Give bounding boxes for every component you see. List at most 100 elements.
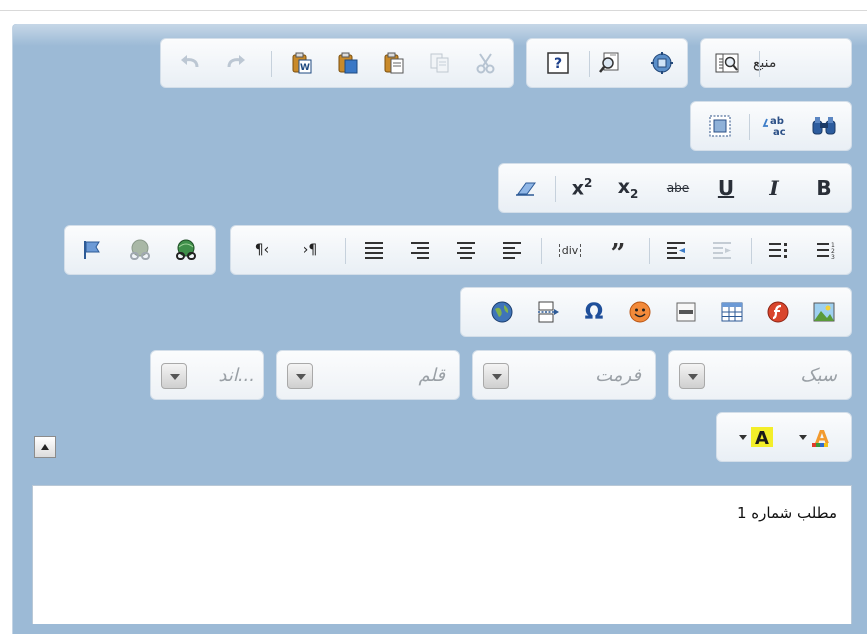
text-direction-rtl-icon: ¶‹	[254, 242, 270, 258]
create-div-button[interactable]: div	[553, 233, 587, 267]
toolbar-group-colors: A A	[716, 412, 852, 462]
link-button[interactable]	[169, 233, 203, 267]
align-right-button[interactable]	[403, 233, 437, 267]
toolbar-group-links	[64, 225, 216, 275]
toolbar-group-insert: Ω	[460, 287, 852, 337]
svg-text:W: W	[300, 63, 310, 73]
help-button[interactable]: ?	[541, 46, 575, 80]
anchor-flag-icon	[84, 241, 100, 259]
svg-text:ac: ac	[773, 127, 786, 138]
zoom-page-button[interactable]	[593, 46, 627, 80]
remove-format-button[interactable]	[509, 171, 543, 205]
horizontal-rule-button[interactable]	[669, 295, 703, 329]
smiley-icon	[629, 301, 651, 323]
cut-button[interactable]	[469, 46, 503, 80]
underline-icon: U	[717, 176, 735, 200]
chevron-down-icon[interactable]	[483, 363, 509, 389]
copy-button[interactable]	[423, 46, 457, 80]
separator	[749, 114, 750, 140]
horizontal-line-icon	[676, 302, 696, 322]
toolbar-group-tools: ?	[526, 38, 688, 88]
font-size-combo-value: ...اند	[218, 365, 255, 386]
bulleted-list-button[interactable]	[761, 233, 795, 267]
chevron-down-icon[interactable]	[161, 363, 187, 389]
toolbar-group-paragraph: 123 ” div ›¶ ¶‹	[230, 225, 852, 275]
source-button-label: منبع	[753, 55, 777, 71]
format-combo[interactable]: فرمت	[472, 350, 656, 400]
separator	[541, 238, 542, 264]
underline-button[interactable]: U	[709, 171, 743, 205]
globe-iframe-icon	[491, 301, 513, 323]
text-color-icon: A	[811, 427, 829, 448]
subscript-button[interactable]: x2	[611, 171, 645, 205]
text-color-button[interactable]: A	[791, 420, 841, 454]
replace-button[interactable]: ab ac	[757, 109, 791, 143]
chevron-down-icon[interactable]	[679, 363, 705, 389]
separator	[589, 51, 590, 77]
flash-button[interactable]	[761, 295, 795, 329]
replace-abc-icon: ab ac	[762, 116, 786, 138]
smiley-button[interactable]	[623, 295, 657, 329]
italic-button[interactable]: I	[757, 171, 791, 205]
format-combo-value: فرمت	[595, 365, 641, 386]
image-button[interactable]	[807, 295, 841, 329]
page-magnifier-icon	[599, 52, 619, 73]
select-all-button[interactable]	[703, 109, 737, 143]
blockquote-icon: ”	[610, 239, 626, 269]
templates-icon	[651, 52, 673, 74]
font-combo[interactable]: قلم	[276, 350, 460, 400]
undo-button[interactable]	[173, 46, 207, 80]
italic-icon: I	[769, 176, 779, 200]
align-justify-button[interactable]	[357, 233, 391, 267]
strike-button[interactable]: abe	[661, 171, 695, 205]
find-button[interactable]	[807, 109, 841, 143]
unlink-globe-icon	[130, 239, 150, 260]
separator	[649, 238, 650, 264]
special-char-button[interactable]: Ω	[577, 295, 611, 329]
collapse-toolbar-button[interactable]	[34, 436, 56, 458]
font-combo-value: قلم	[418, 365, 445, 386]
link-globe-chain-icon	[176, 239, 196, 260]
omega-icon: Ω	[584, 299, 604, 325]
superscript-button[interactable]: x2	[565, 171, 599, 205]
paste-text-icon	[338, 52, 358, 74]
separator	[271, 51, 272, 77]
indent-button[interactable]	[659, 233, 693, 267]
bold-icon: B	[816, 176, 832, 200]
font-size-combo[interactable]: ...اند	[150, 350, 264, 400]
styles-combo[interactable]: سبک	[668, 350, 852, 400]
background-color-button[interactable]: A	[731, 420, 781, 454]
svg-text:A: A	[755, 428, 769, 449]
templates-button[interactable]	[645, 46, 679, 80]
outdent-button[interactable]	[705, 233, 739, 267]
div-container-icon: div	[558, 243, 582, 257]
anchor-button[interactable]	[75, 233, 109, 267]
preview-button[interactable]	[709, 46, 753, 80]
ltr-direction-button[interactable]: ›¶	[293, 233, 327, 267]
subscript-icon: x2	[617, 175, 639, 201]
image-icon	[813, 302, 835, 322]
numbered-list-icon: 123	[817, 242, 835, 261]
paste-word-button[interactable]: W	[285, 46, 319, 80]
unlink-button[interactable]	[123, 233, 157, 267]
help-question-icon: ?	[547, 52, 569, 74]
align-left-icon	[503, 242, 521, 259]
paste-button[interactable]	[377, 46, 411, 80]
separator	[345, 238, 346, 264]
editor-content-area[interactable]: مطلب شماره 1	[32, 485, 852, 624]
page-break-button[interactable]	[531, 295, 565, 329]
blockquote-button[interactable]: ”	[601, 233, 635, 267]
redo-button[interactable]	[219, 46, 253, 80]
align-left-button[interactable]	[495, 233, 529, 267]
bold-button[interactable]: B	[807, 171, 841, 205]
chevron-down-icon[interactable]	[287, 363, 313, 389]
rtl-direction-button[interactable]: ¶‹	[245, 233, 279, 267]
align-center-button[interactable]	[449, 233, 483, 267]
paste-icon	[384, 52, 404, 74]
binoculars-icon	[812, 117, 836, 135]
table-button[interactable]	[715, 295, 749, 329]
paste-text-button[interactable]	[331, 46, 365, 80]
numbered-list-button[interactable]: 123	[809, 233, 843, 267]
iframe-button[interactable]	[485, 295, 519, 329]
align-right-icon	[411, 242, 429, 259]
